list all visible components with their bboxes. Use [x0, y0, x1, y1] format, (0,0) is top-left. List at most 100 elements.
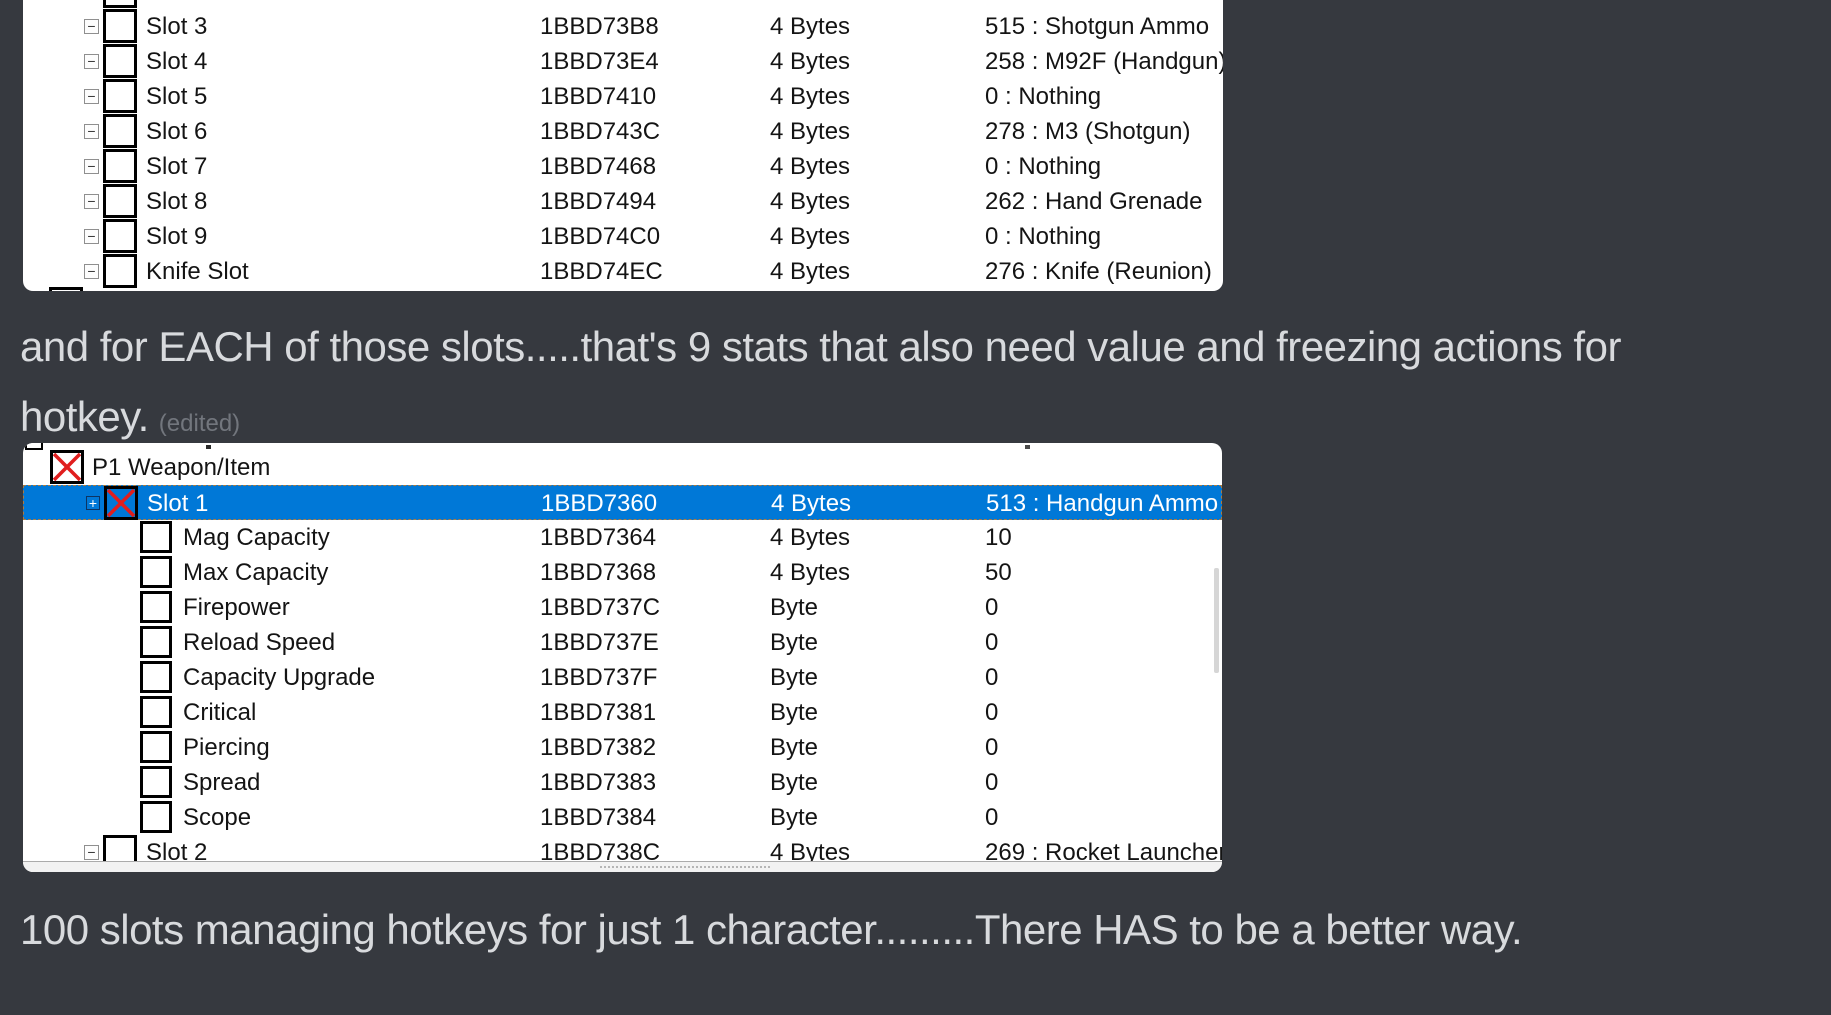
type-cell: 4 Bytes [770, 44, 850, 79]
type-cell: Byte [770, 800, 818, 835]
cheat-engine-screenshot-bottom[interactable]: P1 Weapon/Item+Slot 11BBD73604 Bytes513 … [23, 443, 1222, 872]
address-cell: 1BBD7382 [540, 730, 656, 765]
address-list-row[interactable]: Critical1BBD7381Byte0 [23, 695, 1222, 730]
address-cell: 1BBD7368 [540, 555, 656, 590]
collapse-icon[interactable]: − [84, 54, 99, 69]
address-list-row[interactable]: Firepower1BBD737CByte0 [23, 590, 1222, 625]
address-list-row[interactable]: Scope 1BBD7384 Byte 0 [23, 800, 1222, 835]
row-label: Capacity Upgrade [183, 660, 375, 695]
freeze-checkbox[interactable] [103, 219, 137, 253]
address-list-row[interactable]: Mag Capacity1BBD73644 Bytes10 [23, 520, 1222, 555]
collapse-icon[interactable]: − [84, 89, 99, 104]
cut-off-row-fragment [25, 443, 43, 450]
horizontal-scrollbar-thumb[interactable] [600, 866, 770, 868]
type-cell: Byte [770, 765, 818, 800]
value-cell: 0 : Nothing [985, 79, 1101, 114]
address-cell: 1BBD7364 [540, 520, 656, 555]
freeze-checkbox[interactable] [140, 626, 172, 658]
address-list-row[interactable]: Spread1BBD7383Byte0 [23, 765, 1222, 800]
cheat-engine-screenshot-top[interactable]: −Slot 31BBD73B84 Bytes515 : Shotgun Ammo… [23, 0, 1223, 291]
message-text: and for EACH of those slots.....that's 9… [20, 312, 1820, 459]
expand-icon[interactable]: + [86, 496, 100, 510]
row-label: Slot 7 [146, 149, 207, 184]
row-label: Knife Slot [146, 254, 249, 289]
value-cell: 0 [985, 730, 998, 765]
row-label: Scope [183, 800, 251, 835]
collapse-icon[interactable]: − [84, 264, 99, 279]
row-label: Max Capacity [183, 555, 328, 590]
type-cell: 4 Bytes [770, 184, 850, 219]
freeze-checkbox[interactable] [140, 696, 172, 728]
address-list-row[interactable]: −Slot 81BBD74944 Bytes262 : Hand Grenade [23, 184, 1223, 219]
address-list-row[interactable]: −Slot 51BBD74104 Bytes0 : Nothing [23, 79, 1223, 114]
type-cell: 4 Bytes [770, 79, 850, 114]
freeze-checkbox[interactable] [140, 591, 172, 623]
collapse-icon[interactable]: − [84, 229, 99, 244]
address-cell: 1BBD7383 [540, 765, 656, 800]
freeze-checkbox[interactable] [103, 254, 137, 288]
address-cell: 1BBD74EC [540, 254, 663, 289]
address-cell: 1BBD737E [540, 625, 659, 660]
address-list-row[interactable]: Piercing1BBD7382Byte0 [23, 730, 1222, 765]
freeze-checkbox[interactable] [103, 184, 137, 218]
row-label: Critical [183, 695, 256, 730]
value-cell: 515 : Shotgun Ammo [985, 9, 1209, 44]
address-cell: 1BBD7410 [540, 79, 656, 114]
type-cell: 4 Bytes [770, 9, 850, 44]
address-list-row[interactable]: −Slot 31BBD73B84 Bytes515 : Shotgun Ammo [23, 9, 1223, 44]
address-list-row[interactable]: +Slot 11BBD73604 Bytes513 : Handgun Ammo [23, 485, 1222, 520]
value-cell: 0 : Nothing [985, 149, 1101, 184]
value-cell: 262 : Hand Grenade [985, 184, 1203, 219]
freeze-checkbox[interactable] [103, 44, 137, 78]
value-cell: 513 : Handgun Ammo [986, 486, 1218, 521]
address-cell: 1BBD7384 [540, 800, 656, 835]
cut-off-row-fragment [206, 445, 211, 449]
type-cell: 4 Bytes [770, 149, 850, 184]
freeze-checkbox[interactable] [103, 9, 137, 43]
freeze-checkbox[interactable] [50, 450, 84, 484]
freeze-checkbox[interactable] [140, 521, 172, 553]
type-cell: 4 Bytes [770, 520, 850, 555]
freeze-checkbox[interactable] [140, 801, 172, 833]
freeze-checkbox[interactable] [103, 79, 137, 113]
collapse-icon[interactable]: − [84, 159, 99, 174]
address-list-row[interactable]: −Knife Slot1BBD74EC4 Bytes276 : Knife (R… [23, 254, 1223, 289]
collapse-icon[interactable]: − [84, 19, 99, 34]
message-line: and for EACH of those slots.....that's 9… [20, 312, 1820, 382]
address-list-row[interactable]: Reload Speed1BBD737EByte0 [23, 625, 1222, 660]
freeze-checkbox[interactable] [140, 766, 172, 798]
collapse-icon[interactable]: − [84, 845, 99, 860]
address-list-row[interactable]: −Slot 71BBD74684 Bytes0 : Nothing [23, 149, 1223, 184]
freeze-checkbox[interactable] [103, 114, 137, 148]
freeze-checkbox[interactable] [140, 556, 172, 588]
address-list-row[interactable]: P1 Weapon/Item [23, 450, 1222, 485]
row-label: P1 Weapon/Item [92, 450, 270, 485]
value-cell: 0 : Nothing [985, 219, 1101, 254]
freeze-checkbox[interactable] [140, 661, 172, 693]
collapse-icon[interactable]: − [84, 124, 99, 139]
row-label: Reload Speed [183, 625, 335, 660]
collapse-icon[interactable]: − [84, 194, 99, 209]
type-cell: 4 Bytes [770, 254, 850, 289]
row-label: Slot 4 [146, 44, 207, 79]
row-label: Slot 6 [146, 114, 207, 149]
cut-off-row-fragment [1025, 445, 1030, 449]
address-list-row[interactable]: −Slot 41BBD73E44 Bytes258 : M92F (Handgu… [23, 44, 1223, 79]
freeze-checkbox[interactable] [140, 731, 172, 763]
row-label: Firepower [183, 590, 290, 625]
freeze-checkbox[interactable] [104, 486, 138, 520]
address-cell: 1BBD73B8 [540, 9, 659, 44]
address-list-row[interactable]: Capacity Upgrade1BBD737FByte0 [23, 660, 1222, 695]
message-line: 100 slots managing hotkeys for just 1 ch… [20, 895, 1820, 965]
address-list-row[interactable]: −Slot 61BBD743C4 Bytes278 : M3 (Shotgun) [23, 114, 1223, 149]
address-cell: 1BBD74C0 [540, 219, 660, 254]
address-list-row[interactable]: Max Capacity1BBD73684 Bytes50 [23, 555, 1222, 590]
type-cell: 4 Bytes [770, 114, 850, 149]
row-label: Slot 1 [147, 486, 208, 521]
value-cell: 0 [985, 625, 998, 660]
address-list-row[interactable]: −Slot 91BBD74C04 Bytes0 : Nothing [23, 219, 1223, 254]
vertical-scrollbar-thumb[interactable] [1214, 568, 1219, 673]
value-cell: 0 [985, 800, 998, 835]
value-cell: 0 [985, 590, 998, 625]
freeze-checkbox[interactable] [103, 149, 137, 183]
